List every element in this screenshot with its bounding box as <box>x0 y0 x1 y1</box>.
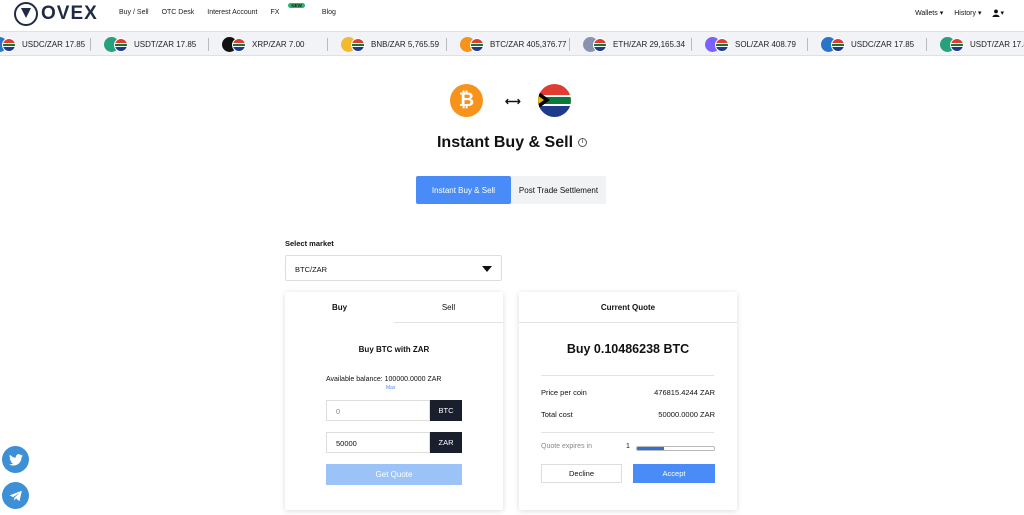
ticker-item[interactable]: XRP/ZAR 7.00 <box>222 37 304 52</box>
telegram-icon[interactable] <box>2 482 29 509</box>
ticker-item[interactable]: BTC/ZAR 405,376.77 <box>460 37 566 52</box>
nav-otc-desk[interactable]: OTC Desk <box>162 9 195 16</box>
total-label: Total cost <box>541 410 573 419</box>
logo-text: OVEX <box>41 3 98 24</box>
south-africa-flag-icon <box>538 84 571 117</box>
info-icon[interactable]: i <box>578 138 588 148</box>
ticker-separator <box>208 38 209 51</box>
caret-down-icon <box>482 266 492 272</box>
price-per-coin-row: Price per coin 476815.4244 ZAR <box>541 388 715 397</box>
decline-button[interactable]: Decline <box>541 464 622 483</box>
zar-flag-icon <box>715 37 729 52</box>
zar-flag-icon <box>470 37 484 52</box>
zar-flag-icon <box>351 37 365 52</box>
ticker-separator <box>569 38 570 51</box>
ticker-item[interactable]: USDT/ZAR 17.85 <box>940 37 1024 52</box>
ticker-separator <box>90 38 91 51</box>
nav-blog[interactable]: Blog <box>322 9 336 16</box>
zar-flag-icon <box>593 37 607 52</box>
ticker-pair-label: USDC/ZAR 17.85 <box>22 40 86 49</box>
divider <box>541 375 714 376</box>
ticker-pair-label: USDC/ZAR 17.85 <box>851 40 915 49</box>
price-value: 476815.4244 ZAR <box>654 388 715 397</box>
wallets-dropdown[interactable]: Wallets <box>915 9 943 17</box>
tab-sell[interactable]: Sell <box>394 292 503 323</box>
ovex-logo[interactable]: OVEX <box>14 2 98 26</box>
get-quote-button[interactable]: Get Quote <box>326 464 462 485</box>
ticker-item[interactable]: ETH/ZAR 29,165.34 <box>583 37 685 52</box>
price-label: Price per coin <box>541 388 587 397</box>
quote-card: Current Quote Buy 0.10486238 BTC Price p… <box>519 292 737 510</box>
page-title-text: Instant Buy & Sell <box>436 134 574 151</box>
btc-amount-input[interactable]: 0 <box>326 400 430 421</box>
ticker-item[interactable]: USDC/ZAR 17.85 <box>821 37 914 52</box>
user-menu[interactable] <box>992 9 1004 17</box>
ticker-item[interactable]: USDT/ZAR 17.85 <box>104 37 196 52</box>
ticker-separator <box>327 38 328 51</box>
ticker-pair-label: BTC/ZAR 405,376.77 <box>490 40 567 49</box>
zar-flag-icon <box>114 37 128 52</box>
zar-amount-input[interactable]: 50000 <box>326 432 430 453</box>
nav-links: Buy / Sell OTC Desk Interest Account FX N… <box>119 3 349 16</box>
zar-unit-button[interactable]: ZAR <box>430 432 462 453</box>
ticker-pair-label: USDT/ZAR 17.85 <box>970 40 1024 49</box>
tab-buy[interactable]: Buy <box>285 292 394 323</box>
total-cost-row: Total cost 50000.0000 ZAR <box>541 410 715 419</box>
quote-expires-label: Quote expires in <box>541 443 592 450</box>
progress-fill <box>637 447 664 450</box>
ticker-pair-label: BNB/ZAR 5,765.59 <box>371 40 440 49</box>
quote-card-header: Current Quote <box>519 292 737 323</box>
ticker-item[interactable]: BNB/ZAR 5,765.59 <box>341 37 439 52</box>
logo-mark-icon <box>14 2 38 26</box>
zar-flag-icon <box>831 37 845 52</box>
nav-buy-sell[interactable]: Buy / Sell <box>119 9 149 16</box>
user-icon <box>992 9 1001 17</box>
ticker-pair-label: SOL/ZAR 408.79 <box>735 40 796 49</box>
select-market-label: Select market <box>285 239 334 248</box>
ticker-pair-label: XRP/ZAR 7.00 <box>252 40 305 49</box>
exchange-arrow-icon: ⟷ <box>505 96 521 108</box>
tab-post-trade-settlement[interactable]: Post Trade Settlement <box>511 176 606 204</box>
zar-flag-icon <box>232 37 246 52</box>
max-link[interactable]: Max <box>386 385 395 391</box>
ticker-separator <box>807 38 808 51</box>
ticker-pair-label: USDT/ZAR 17.85 <box>134 40 197 49</box>
twitter-icon[interactable] <box>2 446 29 473</box>
ticker-item[interactable]: SOL/ZAR 408.79 <box>705 37 796 52</box>
ticker-separator <box>926 38 927 51</box>
accept-button[interactable]: Accept <box>633 464 715 483</box>
tab-instant-buy-sell[interactable]: Instant Buy & Sell <box>416 176 511 204</box>
ticker-item[interactable]: USDC/ZAR 17.85 <box>0 37 85 52</box>
quote-headline: Buy 0.10486238 BTC <box>566 342 690 356</box>
quote-expiry-progress <box>636 446 715 451</box>
price-ticker: USDC/ZAR 17.85 USDT/ZAR 17.85 XRP/ZAR 7.00… <box>0 31 1024 56</box>
nav-right: Wallets History <box>915 9 1004 17</box>
quote-expires-value: 1 <box>626 443 630 450</box>
nav-interest-account[interactable]: Interest Account <box>207 9 257 16</box>
market-select[interactable]: BTC/ZAR <box>285 255 502 281</box>
nav-fx[interactable]: FX NEW <box>270 3 308 16</box>
zar-flag-icon <box>2 37 16 52</box>
page-title: Instant Buy & Sell i <box>0 134 1024 152</box>
ticker-pair-label: ETH/ZAR 29,165.34 <box>613 40 686 49</box>
nav-fx-label: FX <box>270 9 280 16</box>
mode-tabs: Instant Buy & Sell Post Trade Settlement <box>416 176 606 204</box>
ticker-separator <box>691 38 692 51</box>
btc-coin-icon: ₿ <box>450 84 483 117</box>
btc-unit-button[interactable]: BTC <box>430 400 462 421</box>
available-balance: Available balance: 100000.0000 ZAR <box>326 376 442 383</box>
new-badge: NEW <box>288 3 305 8</box>
zar-flag-icon <box>950 37 964 52</box>
buy-sell-tabs: Buy Sell <box>285 292 503 323</box>
total-value: 50000.0000 ZAR <box>658 410 715 419</box>
divider <box>541 432 714 433</box>
buy-card: Buy Sell Buy BTC with ZAR Available bala… <box>285 292 503 510</box>
history-dropdown[interactable]: History <box>954 9 981 17</box>
market-select-value: BTC/ZAR <box>295 265 328 274</box>
buy-card-title: Buy BTC with ZAR <box>358 345 430 354</box>
ticker-separator <box>446 38 447 51</box>
top-nav: OVEX Buy / Sell OTC Desk Interest Accoun… <box>0 0 1024 30</box>
